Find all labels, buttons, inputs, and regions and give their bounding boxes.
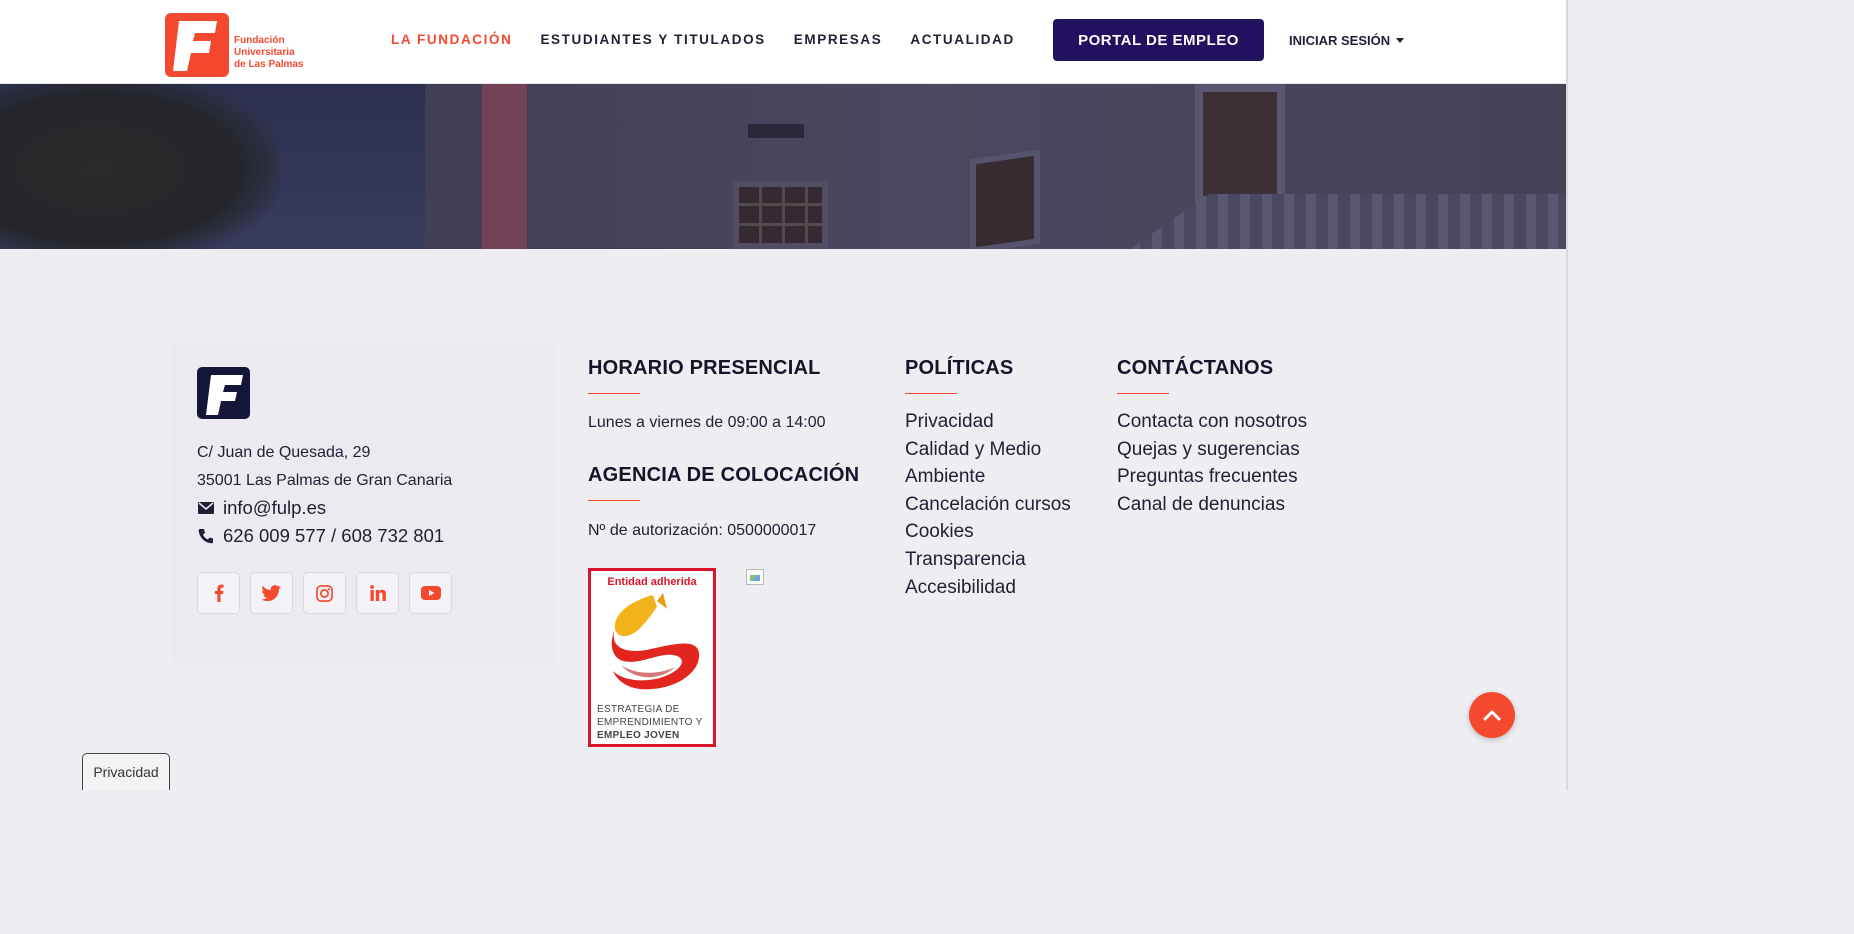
policy-link-ambiente[interactable]: Ambiente — [905, 463, 1071, 491]
nav-la-fundacion[interactable]: LA FUNDACIÓN — [391, 32, 512, 47]
email-row[interactable]: info@fulp.es — [197, 497, 326, 519]
logo-f-icon — [165, 13, 229, 77]
login-dropdown[interactable]: INICIAR SESIÓN — [1289, 33, 1405, 48]
schedule-text: Lunes a viernes de 09:00 a 14:00 — [588, 414, 826, 431]
badge-ribbon-icon — [611, 593, 700, 690]
policy-link-cancelacion[interactable]: Cancelación cursos — [905, 491, 1071, 519]
email-link[interactable]: info@fulp.es — [223, 497, 326, 519]
privacy-settings-tab[interactable]: Privacidad — [82, 753, 170, 790]
hero-overlay — [0, 84, 1568, 249]
agency-title-underline — [588, 500, 640, 501]
policies-title: POLÍTICAS — [905, 357, 1014, 379]
social-links — [197, 572, 452, 614]
empleo-joven-badge[interactable]: Entidad adherida ESTRATEGIA DE EMPRENDIM… — [588, 568, 716, 747]
contact-title: CONTÁCTANOS — [1117, 357, 1274, 379]
policies-links: Privacidad Calidad y Medio Ambiente Canc… — [905, 408, 1071, 601]
logo-text: Fundación Universitaria de Las Palmas — [234, 19, 303, 71]
caret-down-icon — [1396, 38, 1405, 43]
contact-links: Contacta con nosotros Quejas y sugerenci… — [1117, 408, 1307, 518]
main-nav: LA FUNDACIÓN ESTUDIANTES Y TITULADOS EMP… — [391, 32, 1043, 47]
site-header: Fundación Universitaria de Las Palmas LA… — [0, 0, 1568, 84]
agency-authorization: Nº de autorización: 0500000017 — [588, 522, 817, 539]
contact-link-quejas[interactable]: Quejas y sugerencias — [1117, 436, 1307, 464]
phone-icon — [197, 528, 214, 545]
nav-empresas[interactable]: EMPRESAS — [794, 32, 883, 47]
broken-image-icon — [746, 569, 764, 585]
nav-estudiantes[interactable]: ESTUDIANTES Y TITULADOS — [540, 32, 765, 47]
badge-caption: ESTRATEGIA DE EMPRENDIMIENTO Y EMPLEO JO… — [597, 703, 703, 742]
nav-actualidad[interactable]: ACTUALIDAD — [910, 32, 1015, 47]
twitter-icon[interactable] — [250, 572, 293, 614]
site-logo[interactable]: Fundación Universitaria de Las Palmas — [165, 13, 303, 77]
policy-link-transparencia[interactable]: Transparencia — [905, 546, 1071, 574]
login-label: INICIAR SESIÓN — [1289, 33, 1391, 48]
contact-title-underline — [1117, 393, 1169, 394]
policy-link-cookies[interactable]: Cookies — [905, 518, 1071, 546]
logo-line-3: de Las Palmas — [234, 59, 304, 70]
address-line-2: 35001 Las Palmas de Gran Canaria — [197, 472, 453, 489]
chevron-up-icon — [1483, 710, 1501, 721]
badge-title: Entidad adherida — [607, 576, 697, 588]
schedule-title: HORARIO PRESENCIAL — [588, 357, 821, 379]
phone-numbers: 626 009 577 / 608 732 801 — [223, 525, 445, 546]
page-scrollbar[interactable] — [1566, 0, 1568, 790]
facebook-icon[interactable] — [197, 572, 240, 614]
contact-link-contacta[interactable]: Contacta con nosotros — [1117, 408, 1307, 436]
contact-link-preguntas[interactable]: Preguntas frecuentes — [1117, 463, 1307, 491]
logo-line-1: Fundación — [234, 35, 285, 46]
logo-line-2: Universitaria — [234, 47, 295, 58]
scroll-to-top-button[interactable] — [1469, 692, 1515, 738]
footer-logo-icon[interactable] — [197, 367, 250, 419]
contact-link-denuncias[interactable]: Canal de denuncias — [1117, 491, 1307, 519]
policy-link-privacidad[interactable]: Privacidad — [905, 408, 1071, 436]
hero-building-image — [0, 84, 1568, 249]
policies-title-underline — [905, 393, 957, 394]
phone-row: 626 009 577 / 608 732 801 — [197, 525, 444, 547]
address-line-1: C/ Juan de Quesada, 29 — [197, 444, 371, 461]
instagram-icon[interactable] — [303, 572, 346, 614]
portal-empleo-button[interactable]: PORTAL DE EMPLEO — [1053, 19, 1264, 61]
linkedin-icon[interactable] — [356, 572, 399, 614]
badge-caption-line-2: EMPRENDIMIENTO Y — [597, 717, 703, 728]
schedule-title-underline — [588, 393, 640, 394]
policy-link-accesibilidad[interactable]: Accesibilidad — [905, 574, 1071, 602]
badge-caption-line-3: EMPLEO JOVEN — [597, 730, 680, 741]
envelope-icon — [197, 500, 214, 517]
youtube-icon[interactable] — [409, 572, 452, 614]
badge-caption-line-1: ESTRATEGIA DE — [597, 704, 680, 715]
policy-link-calidad[interactable]: Calidad y Medio — [905, 436, 1071, 464]
agency-title: AGENCIA DE COLOCACIÓN — [588, 464, 860, 486]
